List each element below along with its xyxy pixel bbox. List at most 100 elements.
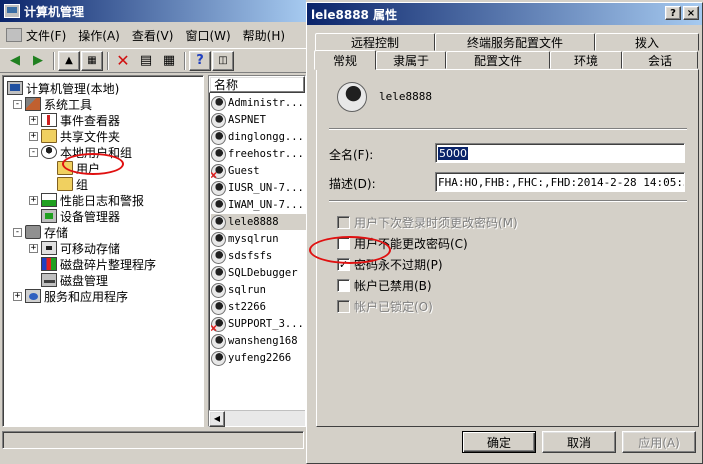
expand-icon[interactable]: +	[29, 115, 38, 125]
tree-item[interactable]: + 服务和应用程序	[13, 288, 128, 304]
list-item[interactable]: ASPNET	[211, 112, 307, 128]
list-item[interactable]: yufeng2266	[211, 350, 307, 366]
export-icon[interactable]: ▦	[158, 51, 180, 71]
back-arrow-icon[interactable]: ◀	[4, 51, 26, 71]
list-item[interactable]: IUSR_UN-7...	[211, 180, 307, 196]
list-item[interactable]: sdsfsfs	[211, 248, 307, 264]
forward-arrow-icon[interactable]: ▶	[27, 51, 49, 71]
toolbar-separator	[184, 51, 186, 70]
tab-remote-control[interactable]: 远程控制	[315, 33, 435, 51]
collapse-icon[interactable]: -	[29, 147, 38, 157]
tree-item[interactable]: + 共享文件夹	[29, 128, 120, 144]
users-list[interactable]: 名称 Administr... ASPNET dinglongg... freehos…	[208, 75, 307, 427]
toolbar-separator	[107, 51, 109, 70]
close-button-label: ×	[686, 7, 696, 19]
console-icon[interactable]: ◫	[212, 50, 234, 71]
show-tree-icon[interactable]: ▦	[81, 50, 103, 71]
general-tab-panel: lele8888 全名(F): 5000 描述(D): FHA:HO,FHB:,…	[316, 69, 699, 427]
tree-item-label: 存储	[44, 225, 69, 240]
tree-item-label: 服务和应用程序	[44, 289, 129, 304]
list-item[interactable]: IWAM_UN-7...	[211, 197, 307, 213]
tree-item[interactable]: 组	[45, 176, 88, 192]
tab-terminal-services-profile[interactable]: 终端服务配置文件	[435, 33, 595, 51]
tab-dial-in[interactable]: 拨入	[595, 33, 699, 51]
list-item[interactable]: st2266	[211, 299, 307, 315]
list-item[interactable]: Administr...	[211, 95, 307, 111]
tab-sessions[interactable]: 会话	[622, 51, 698, 69]
tree-item[interactable]: - 系统工具	[13, 96, 92, 112]
list-item[interactable]: lele8888	[211, 214, 307, 230]
user-name: SUPPORT_3...	[228, 318, 304, 330]
dialog-title-bar[interactable]: lele8888 属性	[307, 3, 702, 25]
menu-action[interactable]: 操作(A)	[72, 25, 126, 45]
description-input[interactable]: FHA:HO,FHB:,FHC:,FHD:2014-2-28 14:05:32,…	[435, 172, 685, 192]
close-icon[interactable]: ×	[683, 6, 699, 20]
column-header-name[interactable]: 名称	[209, 76, 305, 93]
menu-window[interactable]: 窗口(W)	[179, 25, 236, 45]
list-item[interactable]: sqlrun	[211, 282, 307, 298]
cancel-button-label: 取消	[566, 435, 591, 450]
tree-item[interactable]: 计算机管理(本地)	[7, 80, 119, 96]
tree-item[interactable]: - 存储	[13, 224, 68, 240]
menu-view[interactable]: 查看(V)	[126, 25, 180, 45]
checkbox-box[interactable]	[337, 236, 350, 250]
menu-help[interactable]: 帮助(H)	[237, 25, 291, 45]
tree-item[interactable]: + 事件查看器	[29, 112, 120, 128]
help-button-label: ?	[670, 7, 676, 19]
properties-icon[interactable]: ▤	[135, 51, 157, 71]
expand-icon[interactable]: +	[13, 291, 22, 301]
console-tree[interactable]: 计算机管理(本地) - 系统工具 + 事件查看器 + 共享文件夹 - 本地用户和组 用户组 + 性能日…	[2, 75, 204, 427]
expand-icon[interactable]: +	[29, 243, 38, 253]
list-item[interactable]: dinglongg...	[211, 129, 307, 145]
tree-item[interactable]: 设备管理器	[29, 208, 120, 224]
tree-item[interactable]: 用户	[45, 160, 100, 176]
up-folder-icon[interactable]: ▲	[58, 50, 80, 71]
cancel-button[interactable]: 取消	[542, 431, 616, 453]
checkbox-box[interactable]	[337, 278, 350, 292]
user-icon	[211, 112, 226, 128]
mmc-title-bar[interactable]: 计算机管理	[0, 0, 306, 22]
list-item[interactable]: Guest	[211, 163, 307, 179]
tree-item[interactable]: 磁盘管理	[29, 272, 108, 288]
tree-item[interactable]: + 性能日志和警报	[29, 192, 144, 208]
computer-icon	[7, 81, 23, 95]
password-never-expires-checkbox[interactable]: ✓ 密码永不过期(P)	[337, 256, 443, 272]
list-item[interactable]: mysqlrun	[211, 231, 307, 247]
list-item[interactable]: SUPPORT_3...	[211, 316, 307, 332]
menu-action-label: 操作(A)	[78, 28, 120, 43]
tab-environment[interactable]: 环境	[550, 51, 622, 69]
scroll-left-icon[interactable]: ◀	[209, 411, 225, 427]
help-question-icon[interactable]: ?	[665, 6, 681, 20]
tree-item[interactable]: + 可移动存储	[29, 240, 120, 256]
menu-view-label: 查看(V)	[131, 28, 174, 43]
fullname-input[interactable]: 5000	[435, 143, 685, 163]
apply-button[interactable]: 应用(A)	[622, 431, 696, 453]
user-icon	[211, 333, 226, 349]
help-icon[interactable]: ?	[189, 50, 211, 71]
list-item[interactable]: SQLDebugger	[211, 265, 307, 281]
cannot-change-password-checkbox[interactable]: 用户不能更改密码(C)	[337, 235, 468, 251]
tree-item[interactable]: 磁盘碎片整理程序	[29, 256, 156, 272]
account-disabled-checkbox[interactable]: 帐户已禁用(B)	[337, 277, 432, 293]
tab-label: 环境	[573, 53, 598, 68]
expand-icon[interactable]: +	[29, 195, 38, 205]
user-icon	[211, 129, 226, 145]
tab-label: 拨入	[634, 35, 659, 50]
expand-icon[interactable]: +	[29, 131, 38, 141]
menu-file[interactable]: 文件(F)	[0, 25, 72, 45]
delete-icon[interactable]: ✕	[112, 51, 134, 71]
list-item[interactable]: wansheng168	[211, 333, 307, 349]
collapse-icon[interactable]: -	[13, 227, 22, 237]
shared-folder-icon	[41, 129, 57, 143]
user-icon	[337, 82, 367, 112]
checkbox-box[interactable]: ✓	[337, 257, 350, 271]
tools-icon	[25, 97, 41, 111]
tree-item[interactable]: - 本地用户和组	[29, 144, 132, 160]
tab-general[interactable]: 常规	[314, 50, 376, 70]
list-item[interactable]: freehostr...	[211, 146, 307, 162]
tab-member-of[interactable]: 隶属于	[376, 51, 446, 69]
collapse-icon[interactable]: -	[13, 99, 22, 109]
horizontal-scrollbar[interactable]: ◀	[209, 410, 305, 427]
ok-button[interactable]: 确定	[462, 431, 536, 453]
tab-profile[interactable]: 配置文件	[446, 51, 550, 69]
